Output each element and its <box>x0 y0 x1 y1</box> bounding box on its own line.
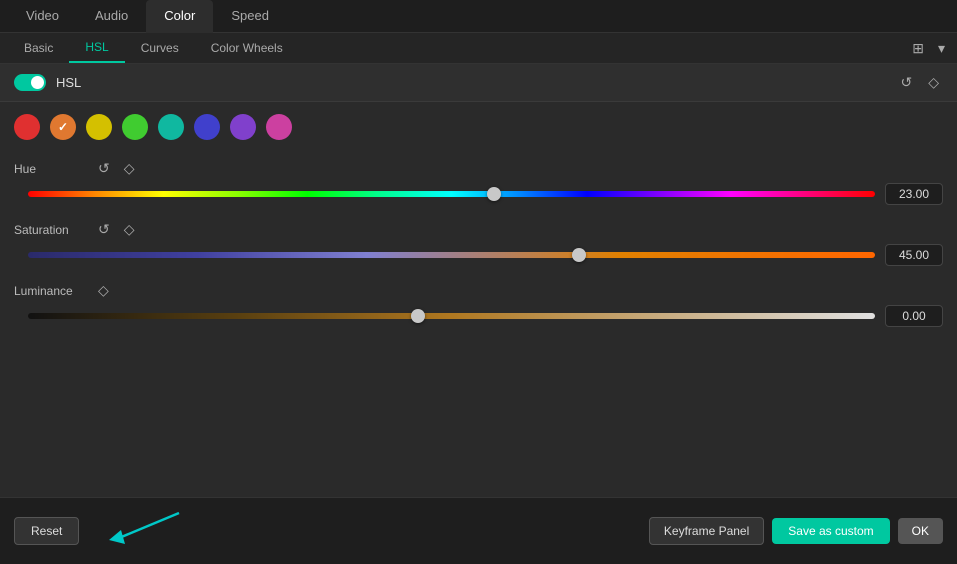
color-circle-blue[interactable] <box>194 114 220 140</box>
subtab-colorwheels[interactable]: Color Wheels <box>195 34 299 62</box>
keyframe-panel-button[interactable]: Keyframe Panel <box>649 517 764 545</box>
hue-track <box>28 191 875 197</box>
subtab-curves[interactable]: Curves <box>125 34 195 62</box>
expand-icon[interactable]: ▾ <box>934 38 949 59</box>
color-circles-row <box>0 102 957 152</box>
subtab-hsl[interactable]: HSL <box>69 33 124 63</box>
sat-thumb[interactable] <box>572 248 586 262</box>
hue-reset-icon[interactable]: ↺ <box>94 158 114 179</box>
hsl-header: HSL ↺ ◇ <box>0 64 957 102</box>
reset-icon[interactable]: ↺ <box>896 72 916 93</box>
hue-slider-row: 23.00 <box>14 183 943 205</box>
sat-icons: ↺ ◇ <box>94 219 139 240</box>
saturation-label: Saturation <box>14 223 94 237</box>
lum-slider-container <box>28 306 875 326</box>
main-content: HSL ↺ ◇ Hue ↺ ◇ <box>0 64 957 497</box>
lum-thumb[interactable] <box>411 309 425 323</box>
tab-audio[interactable]: Audio <box>77 0 146 33</box>
sat-value[interactable]: 45.00 <box>885 244 943 266</box>
hsl-label: HSL <box>56 75 896 90</box>
color-circle-orange[interactable] <box>50 114 76 140</box>
lum-icons: ◇ <box>94 280 113 301</box>
arrow-annotation <box>99 508 189 554</box>
luminance-row: Luminance ◇ <box>14 280 943 301</box>
luminance-label: Luminance <box>14 284 94 298</box>
hue-row: Hue ↺ ◇ <box>14 158 943 179</box>
sat-slider-row: 45.00 <box>14 244 943 266</box>
tab-speed[interactable]: Speed <box>213 0 287 33</box>
top-tab-bar: Video Audio Color Speed <box>0 0 957 33</box>
lum-diamond-icon[interactable]: ◇ <box>94 280 113 301</box>
hue-thumb[interactable] <box>487 187 501 201</box>
save-as-custom-button[interactable]: Save as custom <box>772 518 889 544</box>
color-circle-green[interactable] <box>122 114 148 140</box>
hsl-toggle[interactable] <box>14 74 46 91</box>
lum-slider-row: 0.00 <box>14 305 943 327</box>
sub-tab-bar: Basic HSL Curves Color Wheels ⊞ ▾ <box>0 33 957 64</box>
bottom-right-actions: Keyframe Panel Save as custom OK <box>649 517 943 545</box>
color-circle-red[interactable] <box>14 114 40 140</box>
sat-slider-container <box>28 245 875 265</box>
reset-button[interactable]: Reset <box>14 517 79 545</box>
color-circle-teal[interactable] <box>158 114 184 140</box>
hue-value[interactable]: 23.00 <box>885 183 943 205</box>
saturation-row: Saturation ↺ ◇ <box>14 219 943 240</box>
hue-slider-container <box>28 184 875 204</box>
sat-track <box>28 252 875 258</box>
sat-reset-icon[interactable]: ↺ <box>94 219 114 240</box>
sliders-section: Hue ↺ ◇ 23.00 Saturation ↺ ◇ <box>0 152 957 351</box>
hue-icons: ↺ ◇ <box>94 158 139 179</box>
hsl-icon-group: ↺ ◇ <box>896 72 943 93</box>
layout-toggle-icon[interactable]: ⊞ <box>908 38 928 59</box>
ok-button[interactable]: OK <box>898 518 943 544</box>
hue-label: Hue <box>14 162 94 176</box>
color-circle-purple[interactable] <box>230 114 256 140</box>
subtab-basic[interactable]: Basic <box>8 34 69 62</box>
color-circle-magenta[interactable] <box>266 114 292 140</box>
tab-color[interactable]: Color <box>146 0 213 33</box>
sat-diamond-icon[interactable]: ◇ <box>120 219 139 240</box>
bottom-bar: Reset Keyframe Panel Save as custom OK <box>0 497 957 564</box>
hue-diamond-icon[interactable]: ◇ <box>120 158 139 179</box>
color-circle-yellow[interactable] <box>86 114 112 140</box>
lum-track <box>28 313 875 319</box>
diamond-icon[interactable]: ◇ <box>924 72 943 93</box>
tab-video[interactable]: Video <box>8 0 77 33</box>
lum-value[interactable]: 0.00 <box>885 305 943 327</box>
